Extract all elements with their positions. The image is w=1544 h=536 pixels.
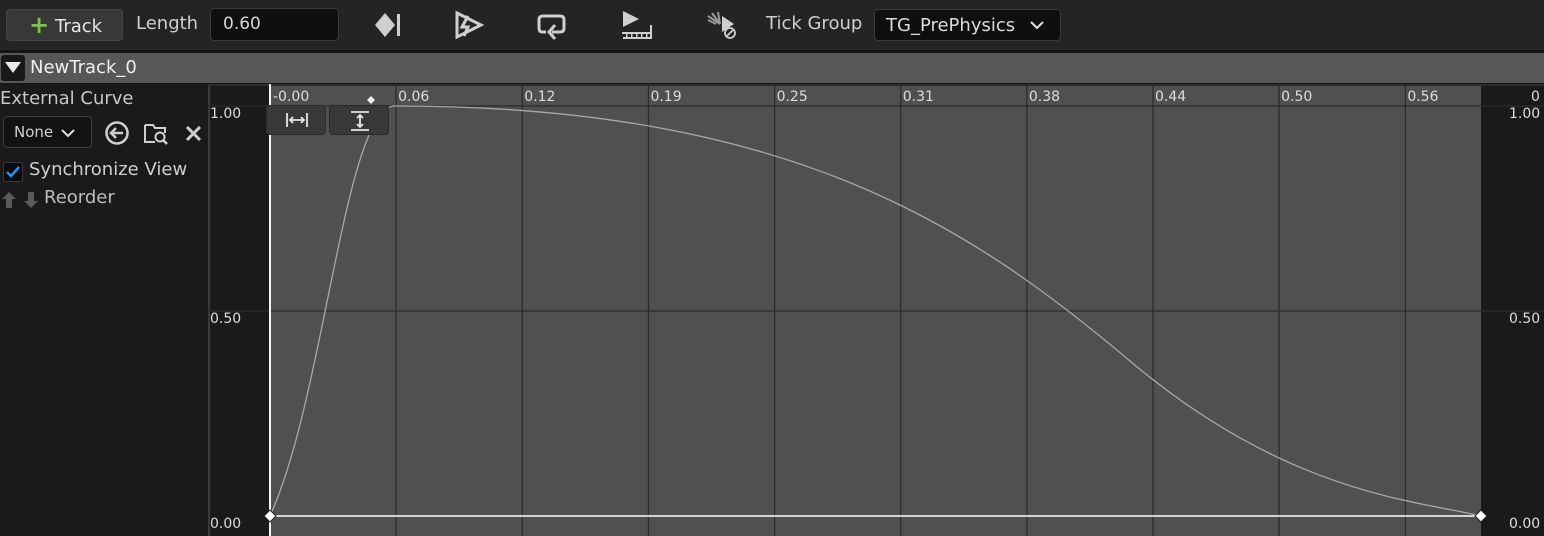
x-tick-label: 0	[1531, 89, 1540, 105]
arrow-up-icon[interactable]	[2, 192, 16, 208]
x-tick-label: 0.06	[398, 89, 429, 105]
fit-horizontal-icon	[286, 113, 308, 127]
length-input[interactable]: 0.60	[210, 8, 339, 41]
y-tick-label-left: 0.00	[210, 516, 241, 532]
y-tick-label-right: 1.00	[1509, 106, 1540, 122]
length-value: 0.60	[223, 14, 261, 34]
autoplay-icon[interactable]	[452, 10, 486, 40]
x-tick-label: -0.00	[273, 89, 309, 105]
fit-vertical-button[interactable]	[329, 105, 389, 135]
x-tick-label: 0.44	[1155, 89, 1186, 105]
x-tick-label: 0.38	[1029, 89, 1060, 105]
x-tick-label: 0.56	[1407, 89, 1438, 105]
track-properties-panel: External Curve None Synchronize View Reo…	[0, 84, 208, 536]
loop-icon[interactable]	[536, 10, 570, 40]
tick-group-label: Tick Group	[766, 13, 863, 34]
chevron-down-icon	[1030, 21, 1044, 30]
curve-editor[interactable]: -0.00 0.06 0.12 0.19 0.25 0.31 0.38 0.44 0.50 0.5…	[208, 84, 1544, 536]
add-key-icon[interactable]	[369, 10, 403, 40]
tick-group-value: TG_PrePhysics	[886, 15, 1016, 36]
y-tick-label-right: 0.50	[1509, 311, 1540, 327]
external-curve-label: External Curve	[0, 88, 134, 109]
track-name: NewTrack_0	[30, 57, 137, 78]
curve-graph[interactable]: -0.00 0.06 0.12 0.19 0.25 0.31 0.38 0.44 0.50 0.5…	[208, 84, 1544, 536]
length-label: Length	[136, 13, 199, 34]
x-tick-label: 0.50	[1281, 89, 1312, 105]
fit-horizontal-button[interactable]	[266, 105, 326, 135]
synchronize-view-label: Synchronize View	[29, 159, 188, 180]
arrow-down-icon[interactable]	[24, 192, 38, 208]
reorder-arrows	[1, 190, 41, 210]
y-tick-label-left: 0.50	[210, 311, 241, 327]
external-curve-value: None	[14, 123, 54, 141]
ignore-time-dilation-icon[interactable]	[704, 10, 738, 40]
graph-active-range	[270, 84, 1481, 536]
x-tick-label: 0.19	[650, 89, 681, 105]
synchronize-view-checkbox[interactable]	[3, 162, 23, 182]
browse-asset-icon[interactable]	[143, 120, 169, 146]
collapse-track-button[interactable]	[1, 55, 25, 81]
triangle-down-icon	[5, 62, 21, 73]
use-selected-asset-icon[interactable]	[104, 120, 130, 146]
x-tick-label: 0.25	[777, 89, 808, 105]
y-tick-label-left: 1.00	[210, 106, 241, 122]
fit-vertical-icon	[351, 111, 369, 131]
use-last-keyframe-icon[interactable]	[620, 10, 654, 40]
x-tick-label: 0.31	[903, 89, 934, 105]
add-track-label: Track	[55, 16, 103, 37]
y-tick-label-right: 0.00	[1509, 516, 1540, 532]
add-track-button[interactable]: + Track	[6, 9, 123, 41]
reorder-label: Reorder	[44, 187, 115, 208]
x-tick-label: 0.12	[524, 89, 555, 105]
plus-icon: +	[29, 11, 50, 39]
toolbar: + Track Length 0.60 Tick Group TG_PrePhy…	[0, 0, 1544, 50]
external-curve-dropdown[interactable]: None	[3, 116, 92, 148]
tick-group-dropdown[interactable]: TG_PrePhysics	[874, 9, 1061, 41]
clear-curve-icon[interactable]	[181, 120, 207, 146]
chevron-down-icon	[61, 129, 75, 138]
track-header: NewTrack_0	[0, 53, 1544, 83]
checkmark-icon	[6, 166, 20, 178]
